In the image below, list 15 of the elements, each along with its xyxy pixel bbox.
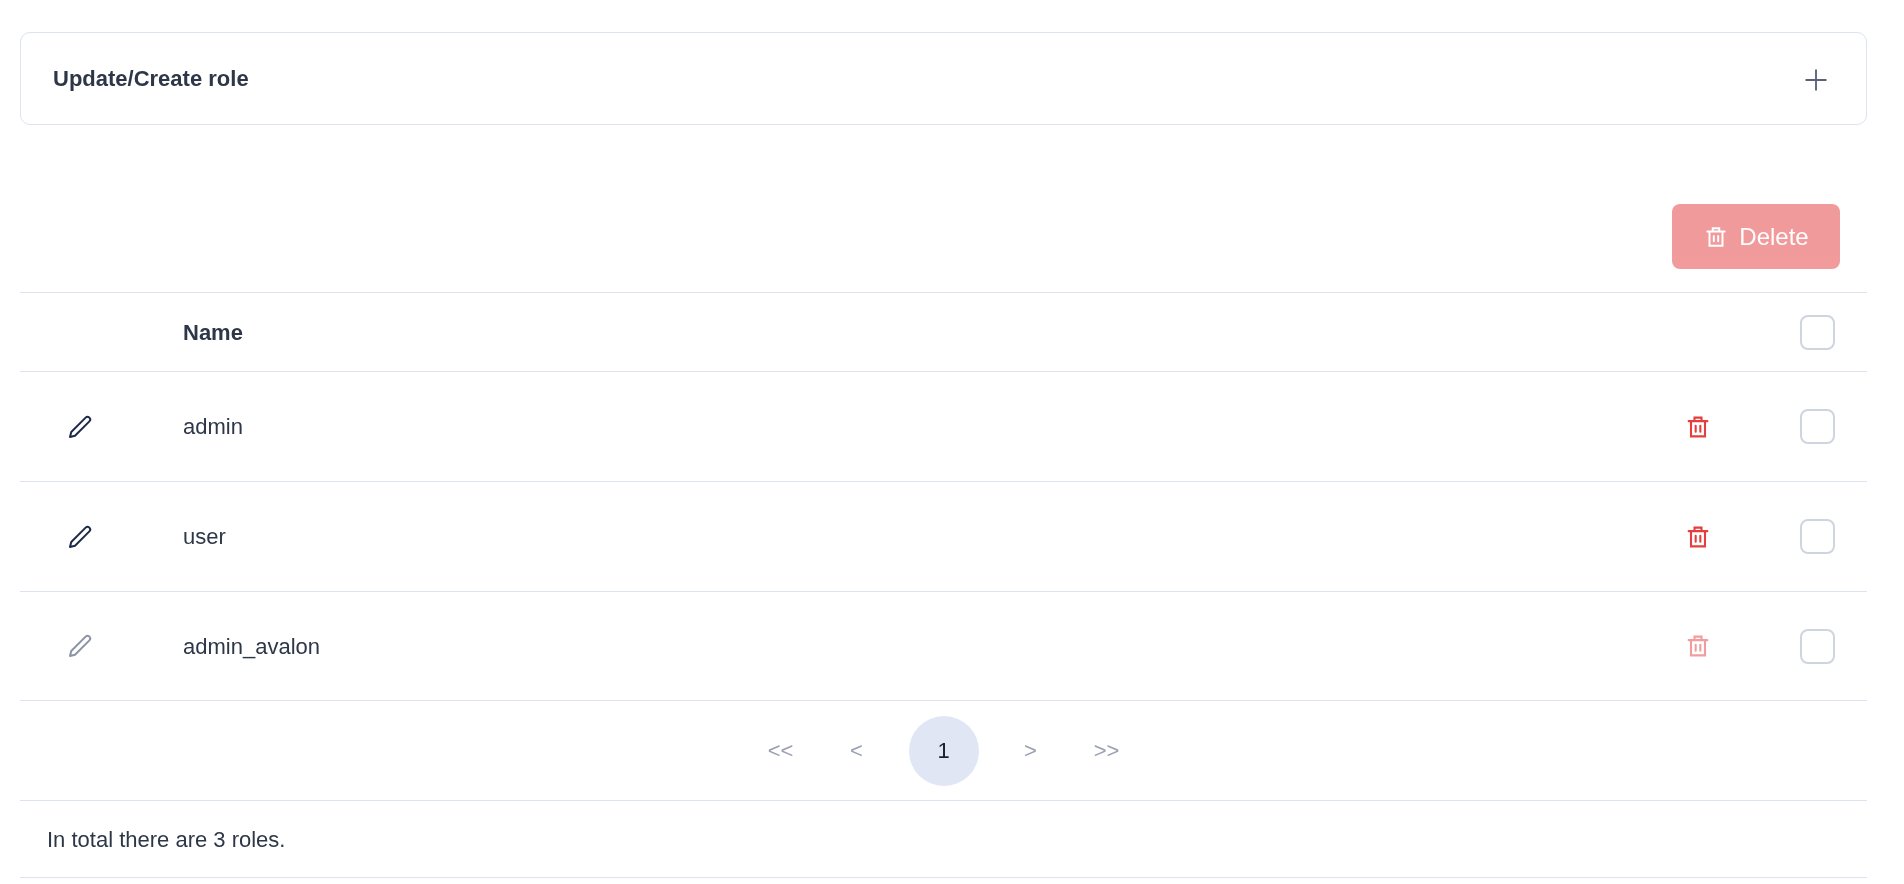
row-checkbox[interactable] [1799,409,1835,444]
select-all-checkbox[interactable] [1799,314,1835,350]
next-page-button[interactable]: > [1006,733,1055,768]
last-page-button[interactable]: >> [1082,733,1131,768]
panel-header[interactable]: Update/Create role [20,32,1867,125]
total-count-text: In total there are 3 roles. [47,825,286,854]
role-name: user [183,523,227,551]
first-page-button[interactable]: << [756,733,805,768]
panel-title: Update/Create role [53,65,249,93]
column-header: Name [183,318,244,347]
role-name: admin_avalon [183,632,321,661]
role-name: admin [183,413,244,441]
previous-page-button[interactable]: < [832,733,881,768]
page-button[interactable]: 1 [908,715,979,786]
row-checkbox[interactable] [1799,519,1835,554]
